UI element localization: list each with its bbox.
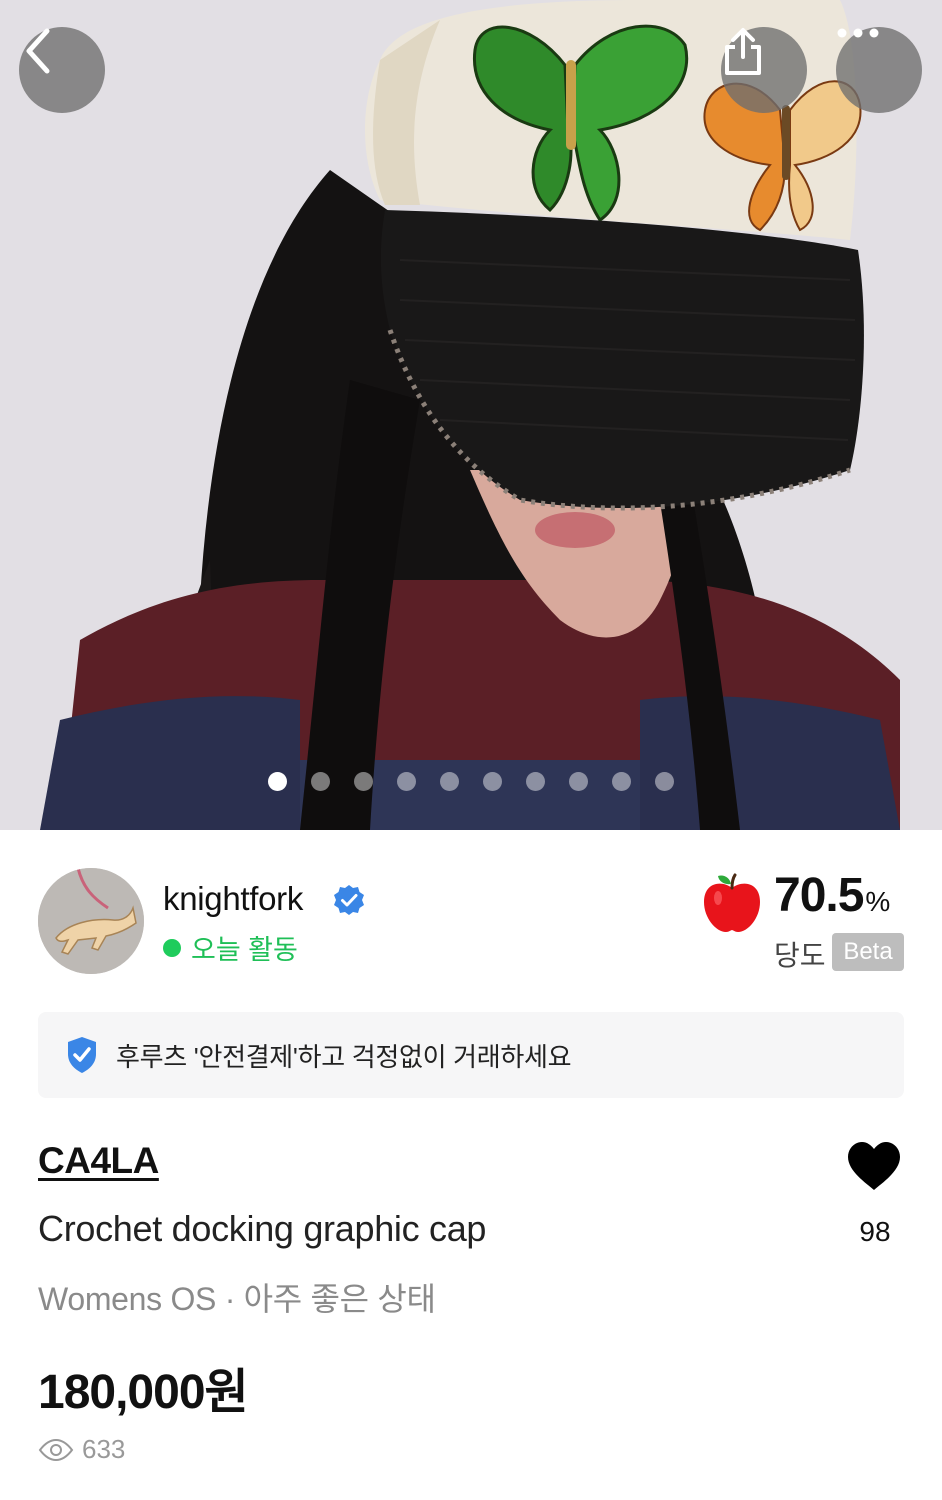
share-icon	[725, 28, 761, 75]
carousel-dot[interactable]	[655, 772, 674, 791]
sweetness-unit: %	[865, 886, 890, 917]
carousel-dot[interactable]	[483, 772, 502, 791]
carousel-dot[interactable]	[612, 772, 631, 791]
product-photo	[0, 0, 942, 830]
sweetness-label: 당도	[774, 940, 826, 971]
view-count: 633	[38, 1434, 125, 1465]
eye-icon	[38, 1438, 74, 1461]
product-size-condition: Womens OS · 아주 좋은 상태	[38, 1281, 436, 1317]
sweetness-value: 70.5	[774, 869, 864, 922]
avatar-image	[38, 868, 144, 974]
chevron-left-icon	[26, 28, 50, 74]
seller-avatar[interactable]	[38, 868, 144, 974]
beta-badge: Beta	[832, 933, 904, 971]
carousel-dot[interactable]	[354, 772, 373, 791]
more-dots-icon	[837, 28, 879, 38]
carousel-dot[interactable]	[311, 772, 330, 791]
like-count: 98	[859, 1216, 891, 1247]
carousel-dot[interactable]	[440, 772, 459, 791]
online-dot	[163, 938, 181, 957]
safe-payment-banner[interactable]: 후루츠 '안전결제'하고 걱정없이 거래하세요	[38, 1012, 904, 1098]
product-image-carousel[interactable]	[0, 0, 942, 830]
carousel-dot[interactable]	[397, 772, 416, 791]
apple-icon	[704, 873, 760, 932]
product-brand-link[interactable]: CA4LA	[38, 1140, 159, 1182]
activity-label: 오늘 활동	[191, 935, 298, 965]
verified-badge-icon	[334, 885, 364, 915]
seller-name[interactable]: knightfork	[163, 880, 303, 918]
seller-activity-status: 오늘 활동	[163, 928, 298, 967]
carousel-dot[interactable]	[526, 772, 545, 791]
shield-check-icon	[68, 1037, 96, 1073]
like-heart-button[interactable]	[846, 1140, 902, 1192]
back-button[interactable]	[19, 27, 105, 113]
view-count-value: 633	[82, 1434, 126, 1464]
share-button[interactable]	[721, 27, 807, 113]
product-title: Crochet docking graphic cap	[38, 1208, 487, 1249]
carousel-pagination	[268, 772, 674, 791]
carousel-dot[interactable]	[569, 772, 588, 791]
more-options-button[interactable]	[836, 27, 922, 113]
carousel-dot[interactable]	[268, 772, 287, 791]
product-price: 180,000원	[38, 1366, 249, 1419]
safe-payment-text: 후루츠 '안전결제'하고 걱정없이 거래하세요	[116, 1041, 572, 1072]
sweetness-score: 70.5%	[774, 868, 890, 923]
